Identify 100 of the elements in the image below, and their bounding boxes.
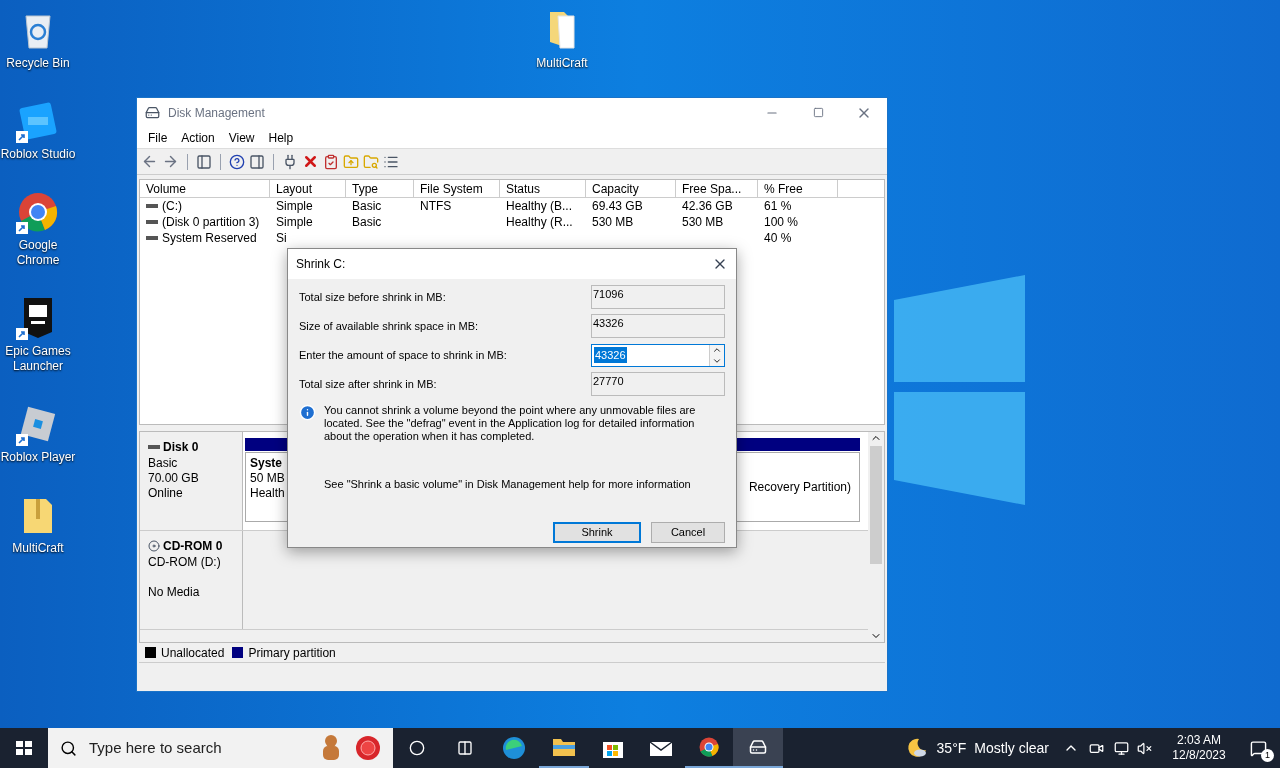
- desktop-icon-label: MultiCraft: [536, 56, 588, 71]
- disk-info: Basic: [148, 456, 179, 471]
- volume-icon: [146, 204, 158, 208]
- drive-icon: [749, 738, 767, 756]
- task-view-icon[interactable]: [457, 740, 473, 756]
- search-icon: [60, 739, 77, 757]
- field-label: Enter the amount of space to shrink in MB:: [299, 347, 507, 363]
- disk-info: 70.00 GB: [148, 471, 200, 486]
- table-cell: Healthy (R...: [506, 214, 573, 230]
- desktop-icon[interactable]: Recycle Bin: [0, 4, 76, 75]
- column-header[interactable]: Capacity: [586, 180, 676, 197]
- legend-label: Primary partition: [248, 644, 336, 662]
- weather-temperature[interactable]: 35°F: [936, 737, 967, 759]
- menu-item[interactable]: File: [141, 128, 175, 147]
- field-label: Total size before shrink in MB:: [299, 289, 446, 305]
- menu-item[interactable]: Action: [174, 128, 222, 147]
- column-header[interactable]: % Free: [758, 180, 838, 197]
- table-cell: 530 MB: [592, 214, 634, 230]
- table-cell: 69.43 GB: [592, 198, 643, 214]
- table-cell: Healthy (B...: [506, 198, 573, 214]
- volume-icon: [146, 220, 158, 224]
- clock[interactable]: 2:03 AM 12/8/2023: [1162, 733, 1236, 763]
- desktop-icon[interactable]: MultiCraft: [524, 4, 600, 75]
- column-header[interactable]: Free Spa...: [676, 180, 758, 197]
- network-icon[interactable]: [1114, 740, 1129, 756]
- date: 12/8/2023: [1172, 748, 1226, 763]
- weather-description[interactable]: Mostly clear: [974, 737, 1049, 759]
- mail-icon[interactable]: [649, 739, 673, 757]
- legend-label: Unallocated: [161, 644, 225, 662]
- table-cell: 100 %: [764, 214, 799, 230]
- desktop-icon-label: Roblox Player: [0, 450, 76, 465]
- desktop-icon-label: Google Chrome: [15, 238, 61, 268]
- dialog-button[interactable]: Shrink: [553, 521, 641, 543]
- dialog-title: Shrink C:: [296, 256, 346, 273]
- field-label: Total size after shrink in MB:: [299, 376, 437, 392]
- table-cell: 40 %: [764, 230, 792, 246]
- partition-info: Health: [250, 486, 285, 501]
- disk-status: No Media: [148, 585, 201, 600]
- table-cell[interactable]: (C:): [162, 198, 182, 214]
- partition-info: 50 MB: [250, 471, 285, 486]
- disk-info: Online: [148, 486, 184, 501]
- menu-item[interactable]: View: [221, 128, 262, 147]
- desktop-icon[interactable]: MultiCraft: [0, 489, 76, 560]
- table-cell: Simple: [276, 198, 313, 214]
- desktop-icon[interactable]: Roblox Player: [0, 398, 76, 469]
- partition-name: Syste: [250, 456, 284, 471]
- notification-badge: 1: [1261, 749, 1274, 762]
- table-cell[interactable]: System Reserved: [162, 230, 257, 246]
- chrome-icon: [16, 190, 60, 234]
- maximize-icon[interactable]: [812, 107, 824, 118]
- back-icon[interactable]: [141, 153, 158, 170]
- chrome-icon[interactable]: [698, 736, 720, 758]
- action-pane-icon[interactable]: [249, 153, 265, 170]
- properties-icon[interactable]: [323, 153, 339, 170]
- info-icon: [299, 404, 316, 421]
- plug-icon[interactable]: [282, 153, 298, 170]
- table-cell: NTFS: [420, 198, 452, 214]
- table-cell: Si: [276, 230, 287, 246]
- desktop-icon[interactable]: Google Chrome: [0, 186, 76, 272]
- edge-icon[interactable]: [502, 736, 526, 760]
- window-title: Disk Management: [168, 104, 265, 122]
- disk-info: CD-ROM (D:): [148, 555, 222, 570]
- disk-management-button[interactable]: [733, 728, 783, 768]
- disk-name: Disk 0: [163, 439, 199, 456]
- volume-muted-icon[interactable]: [1137, 740, 1152, 756]
- readonly-field: 27770: [591, 372, 725, 396]
- column-header[interactable]: Volume: [140, 180, 270, 197]
- delete-icon[interactable]: [302, 153, 319, 170]
- volume-icon: [146, 236, 158, 240]
- ornament-icon: [355, 735, 381, 761]
- column-header[interactable]: Layout: [270, 180, 346, 197]
- console-tree-icon[interactable]: [196, 153, 212, 170]
- table-cell: Basic: [352, 214, 382, 230]
- desktop-icon[interactable]: Roblox Studio: [0, 95, 76, 166]
- partition-name: Recovery Partition): [748, 479, 851, 496]
- dialog-button[interactable]: Cancel: [651, 521, 725, 543]
- field-value: 43326: [594, 346, 627, 364]
- table-cell[interactable]: (Disk 0 partition 3): [162, 214, 260, 230]
- help-icon[interactable]: [229, 153, 245, 170]
- field-label: Size of available shrink space in MB:: [299, 318, 479, 334]
- table-cell: 61 %: [764, 198, 792, 214]
- cortana-icon[interactable]: [409, 740, 425, 756]
- table-cell: Simple: [276, 214, 313, 230]
- table-cell: 530 MB: [682, 214, 724, 230]
- column-header[interactable]: File System: [414, 180, 500, 197]
- desktop-icon-label: Epic Games Launcher: [4, 344, 72, 374]
- menu-item[interactable]: Help: [261, 128, 301, 147]
- info-text: You cannot shrink a volume beyond the point where any unmovable files are located. See the "defrag" event in the Application log for detailed information about the operation when it has completed.: [324, 404, 697, 443]
- desktop-icon[interactable]: Epic Games Launcher: [0, 292, 76, 378]
- table-cell: Basic: [352, 198, 382, 214]
- folder-icon[interactable]: [552, 737, 576, 757]
- search-field[interactable]: Type here to search: [48, 728, 393, 768]
- disk-name: CD-ROM 0: [163, 538, 223, 555]
- help-text: See "Shrink a basic volume" in Disk Management help for more information: [324, 477, 692, 492]
- shrink-amount-field[interactable]: 43326: [591, 343, 725, 367]
- column-header[interactable]: Status: [500, 180, 586, 197]
- notification-icon[interactable]: [1249, 739, 1267, 757]
- forward-icon[interactable]: [162, 153, 179, 170]
- column-header[interactable]: Type: [346, 180, 414, 197]
- time: 2:03 AM: [1177, 733, 1221, 748]
